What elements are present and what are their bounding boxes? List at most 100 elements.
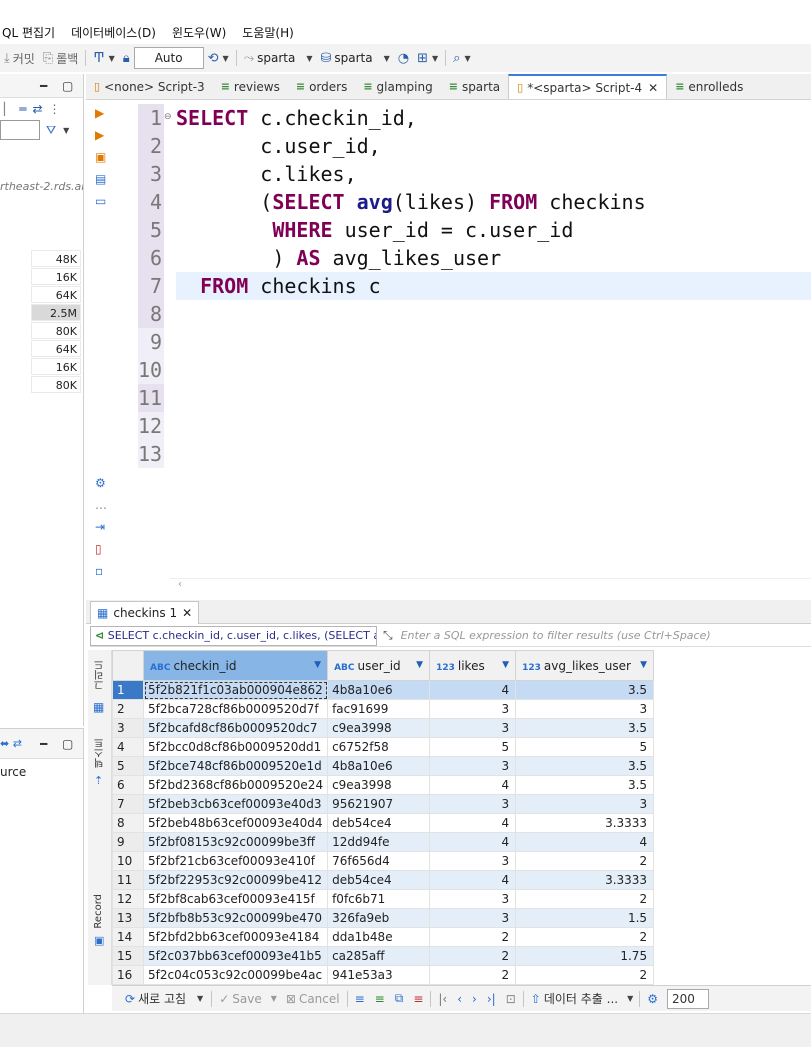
table-row[interactable]: 12 5f2bf8cab63cef00093e415f f0fc6b71 3 2 [112,889,655,909]
cell-user-id[interactable]: c6752f58 [327,737,431,757]
cell-user-id[interactable]: c9ea3998 [327,718,431,738]
cell-likes[interactable]: 3 [429,908,517,928]
cell-likes[interactable]: 2 [429,946,517,966]
cell-user-id[interactable]: 326fa9eb [327,908,431,928]
search-button[interactable]: ⌕ ▼ [449,51,474,66]
cell-likes[interactable]: 3 [429,756,517,776]
tab-sparta[interactable]: ≡ sparta [441,74,508,99]
terminal-icon[interactable]: ▭ [95,194,106,208]
history-button[interactable]: ⟲ ▼ [204,51,233,66]
minimize-icon[interactable]: ━ [40,79,47,93]
filter-input[interactable]: Enter a SQL expression to filter results… [393,629,711,642]
execute-statement-icon[interactable]: ▶ [95,106,104,120]
code-line[interactable] [176,440,811,468]
cell-checkin-id[interactable]: 5f2bfd2bb63cef00093e4184 [142,927,329,947]
rollback-button[interactable]: ⎘ 롤백 [39,50,83,67]
prev-page-button[interactable]: ‹ [452,992,467,1006]
grid-icon[interactable]: ▦ [93,700,104,714]
cell-avg-likes-user[interactable]: 3.5 [515,680,655,700]
cell-likes[interactable]: 3 [429,889,517,909]
code-line[interactable] [176,328,811,356]
code-line[interactable] [176,300,811,328]
tab-reviews[interactable]: ≡ reviews [213,74,288,99]
table-row[interactable]: 7 5f2beb3cb63cef00093e40d3 95621907 3 3 [112,794,655,814]
text-view-tab[interactable]: 텍스트 [93,738,108,768]
menu-window[interactable]: 윈도우(W) [164,24,234,41]
tab-orders[interactable]: ≡ orders [288,74,355,99]
menu-sql-editor[interactable]: QL 편집기 [0,24,63,41]
cell-avg-likes-user[interactable]: 3.5 [515,775,655,795]
cell-checkin-id[interactable]: 5f2bd2368cf86b0009520e24 [142,775,329,795]
close-icon[interactable]: ✕ [182,606,192,620]
cell-likes[interactable]: 3 [429,851,517,871]
cell-checkin-id[interactable]: 5f2bcc0d8cf86b0009520dd1 [142,737,329,757]
code-line[interactable]: c.user_id, [176,132,811,160]
more-icon[interactable]: ⋮ [49,102,61,116]
tab-script-3[interactable]: ▯ <none> Script-3 [86,74,213,99]
cell-avg-likes-user[interactable]: 1.75 [515,946,655,966]
more-icon[interactable]: … [95,498,107,512]
cell-user-id[interactable]: 95621907 [327,794,431,814]
cell-avg-likes-user[interactable]: 2 [515,965,655,985]
cell-user-id[interactable]: fac91699 [327,699,431,719]
expand-icon[interactable]: ⤡ [377,628,393,643]
cell-user-id[interactable]: 12dd94fe [327,832,431,852]
code-line[interactable]: FROM checkins c [176,272,811,300]
code-line[interactable] [176,356,811,384]
cell-likes[interactable]: 3 [429,718,517,738]
code-line[interactable]: (SELECT avg(likes) FROM checkins [176,188,811,216]
code-line[interactable]: ) AS avg_likes_user [176,244,811,272]
cell-likes[interactable]: 3 [429,794,517,814]
cell-avg-likes-user[interactable]: 3 [515,794,655,814]
cell-avg-likes-user[interactable]: 3.5 [515,756,655,776]
cell-avg-likes-user[interactable]: 4 [515,832,655,852]
chevron-down-icon[interactable]: ▼ [627,994,633,1003]
table-row[interactable]: 14 5f2bfd2bb63cef00093e4184 dda1b48e 2 2 [112,927,655,947]
execute-script-icon[interactable]: ▶ [95,128,104,142]
cell-user-id[interactable]: f0fc6b71 [327,889,431,909]
cell-checkin-id[interactable]: 5f2beb48b63cef00093e40d4 [142,813,329,833]
column-header-checkin-id[interactable]: ABC checkin_id ▼ [142,650,329,681]
cell-avg-likes-user[interactable]: 5 [515,737,655,757]
sort-icon[interactable]: ▼ [314,660,321,670]
tab-script-4[interactable]: ▯ *<sparta> Script-4 ✕ [508,74,668,99]
sql-code[interactable]: SELECT c.checkin_id, c.user_id, c.likes,… [176,104,811,468]
panel-toolbar-icons[interactable]: ⬌ ⇄ [0,737,22,750]
active-database-selector[interactable]: ⛁ sparta ▼ [316,51,393,66]
chevron-down-icon[interactable]: ▼ [197,994,203,1003]
table-row[interactable]: 5 5f2bce748cf86b0009520e1d 4b8a10e6 3 3.5 [112,756,655,776]
cell-checkin-id[interactable]: 5f2beb3cb63cef00093e40d3 [142,794,329,814]
tab-checkins-1[interactable]: ▦ checkins 1 ✕ [90,601,200,624]
code-line[interactable]: WHERE user_id = c.user_id [176,216,811,244]
active-connection-selector[interactable]: ⤳ sparta ▼ [240,51,317,66]
cell-avg-likes-user[interactable]: 3 [515,699,655,719]
lock-button[interactable]: 🔒︎ [119,51,134,66]
cell-checkin-id[interactable]: 5f2bf21cb63cef00093e410f [142,851,329,871]
table-row[interactable]: 4 5f2bcc0d8cf86b0009520dd1 c6752f58 5 5 [112,737,655,757]
sort-icon[interactable]: ▼ [640,660,647,670]
cell-user-id[interactable]: deb54ce4 [327,870,431,890]
cell-checkin-id[interactable]: 5f2c04c053c92c00099be4ac [142,965,329,985]
maximize-icon[interactable]: ▢ [62,737,73,751]
navigator-filter-input[interactable] [0,120,40,140]
edit-row-button[interactable]: ≡ [350,992,370,1006]
cell-checkin-id[interactable]: 5f2bf08153c92c00099be3ff [142,832,329,852]
menu-database[interactable]: 데이터베이스(D) [63,24,164,41]
fold-toggle-icon[interactable]: ⊖ [164,112,172,122]
code-line[interactable] [176,412,811,440]
record-icon[interactable]: ▣ [94,934,104,947]
table-row[interactable]: 16 5f2c04c053c92c00099be4ac 941e53a3 2 2 [112,965,655,985]
next-page-button[interactable]: › [467,992,482,1006]
table-row[interactable]: 2 5f2bca728cf86b0009520d7f fac91699 3 3 [112,699,655,719]
cancel-button[interactable]: ⊠ Cancel [281,992,345,1006]
sort-icon[interactable]: ▼ [416,660,423,670]
cell-user-id[interactable]: 4b8a10e6 [327,680,431,700]
table-row[interactable]: 8 5f2beb48b63cef00093e40d4 deb54ce4 4 3.3333 [112,813,655,833]
table-row[interactable]: 9 5f2bf08153c92c00099be3ff 12dd94fe 4 4 [112,832,655,852]
cell-likes[interactable]: 4 [429,680,517,700]
save-button[interactable]: ✓ Save [214,992,267,1006]
dashboard-button[interactable]: ◔ [394,51,413,66]
sort-icon[interactable]: ▼ [502,660,509,670]
cell-avg-likes-user[interactable]: 2 [515,927,655,947]
cell-checkin-id[interactable]: 5f2bce748cf86b0009520e1d [142,756,329,776]
